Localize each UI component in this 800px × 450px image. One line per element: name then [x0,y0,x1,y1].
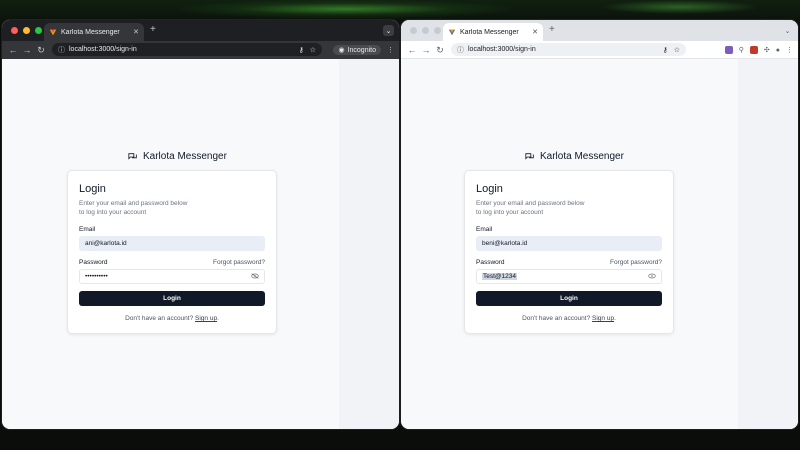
messenger-logo-icon [525,152,534,160]
login-title: Login [79,183,106,195]
site-favicon-icon [448,28,456,36]
password-field[interactable]: Test@1234 [476,269,662,284]
password-key-icon[interactable]: ⚷ [299,46,304,54]
bookmark-star-icon[interactable]: ☆ [310,46,316,54]
close-tab-icon[interactable]: ✕ [532,28,538,36]
login-description: Enter your email and password below to l… [476,200,585,216]
login-description: Enter your email and password below to l… [79,200,188,216]
extension-puzzle-icon[interactable]: ⚲ [739,46,744,54]
back-arrow-icon[interactable]: ← [6,41,20,59]
password-label: Password [79,259,108,266]
email-label: Email [476,226,493,233]
maximize-window-button[interactable] [35,27,42,34]
password-value: Test@1234 [482,273,517,280]
browser-toolbar: ← → ↻ ⓘ localhost:3000/sign-in ⚷ ☆ ◉ Inc… [2,41,399,59]
password-key-icon[interactable]: ⚷ [663,46,668,54]
site-info-icon[interactable]: ⓘ [457,45,464,55]
browser-window-incognito: Karlota Messenger ✕ + ⌄ ← → ↻ ⓘ localhos… [2,20,399,429]
brand-name: Karlota Messenger [143,151,227,162]
forward-arrow-icon[interactable]: → [419,41,433,59]
incognito-badge[interactable]: ◉ Incognito [333,45,381,55]
extension-icon[interactable] [749,46,758,54]
eye-icon[interactable] [648,273,656,281]
browser-toolbar: ← → ↻ ⓘ localhost:3000/sign-in ⚷ ☆ ⚲ ✣ ●… [401,41,798,59]
minimize-window-button[interactable] [23,27,30,34]
login-card: Login Enter your email and password belo… [464,170,674,334]
browser-menu-icon[interactable]: ⋮ [387,46,394,54]
incognito-icon: ◉ [338,47,345,54]
password-value: •••••••••• [85,273,108,280]
app-brand: Karlota Messenger [128,151,227,162]
close-window-button[interactable] [410,27,417,34]
email-field[interactable]: beni@karlota.id [476,236,662,251]
url-text: localhost:3000/sign-in [69,46,137,53]
forgot-password-link[interactable]: Forgot password? [213,259,265,266]
forward-arrow-icon[interactable]: → [20,41,34,59]
tab-title: Karlota Messenger [61,28,120,36]
new-tab-button[interactable]: + [549,24,555,36]
site-favicon-icon [49,28,57,36]
extensions-icon[interactable]: ✣ [764,46,770,54]
email-value: ani@karlota.id [85,240,127,247]
email-field[interactable]: ani@karlota.id [79,236,265,251]
messenger-logo-icon [128,152,137,160]
window-controls [11,27,42,34]
new-tab-button[interactable]: + [150,24,156,36]
incognito-label: Incognito [347,46,376,54]
tab-search-chevron-icon[interactable]: ⌄ [383,25,394,36]
close-tab-icon[interactable]: ✕ [133,28,139,36]
login-title: Login [476,183,503,195]
brand-name: Karlota Messenger [540,151,624,162]
login-button[interactable]: Login [79,291,265,306]
back-arrow-icon[interactable]: ← [405,41,419,59]
browser-tab[interactable]: Karlota Messenger ✕ [443,23,543,41]
address-bar[interactable]: ⓘ localhost:3000/sign-in ⚷ ☆ [451,43,686,56]
browser-window-normal: Karlota Messenger ✕ + ⌄ ← → ↻ ⓘ localhos… [401,20,798,429]
tab-strip: Karlota Messenger ✕ + ⌄ [401,20,798,41]
tab-title: Karlota Messenger [460,28,519,36]
signup-link[interactable]: Sign up [592,315,614,322]
email-value: beni@karlota.id [482,240,528,247]
bookmark-star-icon[interactable]: ☆ [674,46,680,54]
maximize-window-button[interactable] [434,27,441,34]
url-text: localhost:3000/sign-in [468,46,536,53]
tab-search-chevron-icon[interactable]: ⌄ [782,25,793,36]
minimize-window-button[interactable] [422,27,429,34]
page-right-margin [738,59,798,429]
browser-menu-icon[interactable]: ⋮ [786,46,793,54]
page-right-margin [339,59,399,429]
site-info-icon[interactable]: ⓘ [58,45,65,55]
signup-prompt: Don't have an account? Sign up. [125,315,219,322]
reload-icon[interactable]: ↻ [433,41,447,59]
eye-off-icon[interactable] [251,272,259,281]
browser-tab[interactable]: Karlota Messenger ✕ [44,23,144,41]
login-button[interactable]: Login [476,291,662,306]
password-field[interactable]: •••••••••• [79,269,265,284]
window-controls [410,27,441,34]
email-label: Email [79,226,96,233]
signup-link[interactable]: Sign up [195,315,217,322]
profile-avatar-icon[interactable]: ● [776,47,780,54]
password-label: Password [476,259,505,266]
reload-icon[interactable]: ↻ [34,41,48,59]
forgot-password-link[interactable]: Forgot password? [610,259,662,266]
close-window-button[interactable] [11,27,18,34]
extension-icon[interactable] [724,46,733,54]
page-viewport: Karlota Messenger Login Enter your email… [2,59,399,429]
tab-strip: Karlota Messenger ✕ + ⌄ [2,20,399,41]
address-bar[interactable]: ⓘ localhost:3000/sign-in ⚷ ☆ [52,43,322,56]
signup-prompt: Don't have an account? Sign up. [522,315,616,322]
page-viewport: Karlota Messenger Login Enter your email… [401,59,798,429]
app-brand: Karlota Messenger [525,151,624,162]
login-card: Login Enter your email and password belo… [67,170,277,334]
